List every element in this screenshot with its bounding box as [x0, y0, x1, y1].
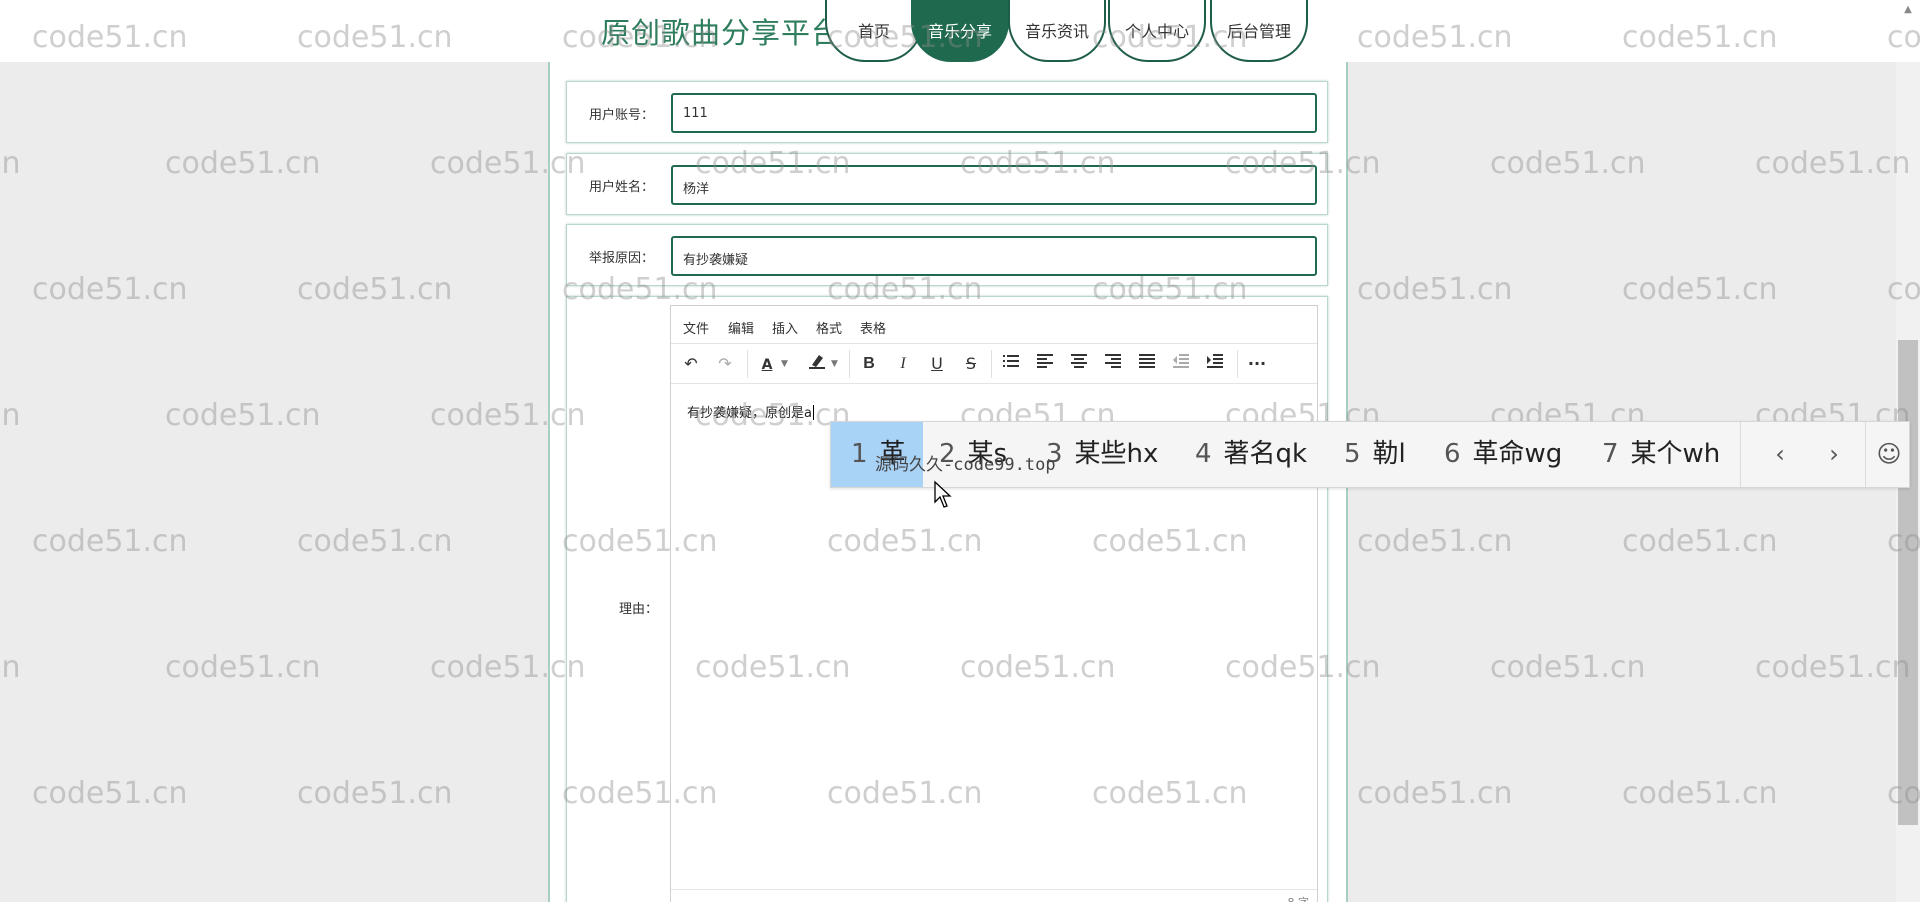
- watermark-text: code51.cn: [32, 524, 188, 559]
- top-navigation-bar: 原创歌曲分享平台 首页 音乐分享 音乐资讯 个人中心 后台管理: [0, 0, 1920, 62]
- watermark-text: code51.cn: [297, 776, 453, 811]
- watermark-text: code51.cn: [165, 398, 321, 433]
- watermark-text: code51.cn: [1490, 146, 1646, 181]
- ime-emoji-icon[interactable]: ☺: [1869, 422, 1909, 487]
- watermark-text: code51.cn: [1357, 272, 1513, 307]
- reason-label: 举报原因：: [589, 251, 655, 266]
- watermark-text: code51.cn: [1755, 146, 1911, 181]
- text-color-icon[interactable]: A: [755, 352, 779, 376]
- ime-candidate-4[interactable]: 4 著名qk: [1195, 422, 1307, 487]
- ime-candidate-6[interactable]: 6 革命wg: [1444, 422, 1562, 487]
- ime-candidate-5[interactable]: 5 勒l: [1344, 422, 1406, 487]
- ime-candidate-7[interactable]: 7 某个wh: [1602, 422, 1720, 487]
- form-row-account: 用户账号： 111: [566, 81, 1328, 143]
- mouse-pointer-icon: [934, 480, 952, 508]
- align-center-icon[interactable]: [1067, 352, 1091, 376]
- nav-tab-personal-center[interactable]: 个人中心: [1108, 0, 1206, 62]
- scroll-up-icon[interactable]: ▲: [1896, 0, 1920, 20]
- watermark-text: code51.cn: [1357, 524, 1513, 559]
- name-input[interactable]: 杨洋: [671, 165, 1317, 205]
- rich-text-editor[interactable]: 文件 编辑 插入 格式 表格 ↶ ↷ A ▼ ▼ B I U S ··· 有抄袭…: [670, 305, 1318, 902]
- watermark-text: code51.cn: [1490, 650, 1646, 685]
- watermark-text: code51.cn: [297, 272, 453, 307]
- watermark-text: code51.cn: [1622, 524, 1778, 559]
- underline-icon[interactable]: U: [925, 352, 949, 376]
- menu-table[interactable]: 表格: [860, 318, 886, 337]
- align-justify-icon[interactable]: [1135, 352, 1159, 376]
- watermark-text: code51.cn: [1755, 650, 1911, 685]
- align-left-icon[interactable]: [1033, 352, 1057, 376]
- redo-icon[interactable]: ↷: [713, 352, 737, 376]
- menu-format[interactable]: 格式: [816, 318, 842, 337]
- scrollbar-thumb[interactable]: [1898, 340, 1918, 825]
- italic-icon[interactable]: I: [891, 352, 915, 376]
- text-caret: [812, 405, 814, 420]
- watermark-text: code51.cn: [297, 524, 453, 559]
- watermark-text: code51.cn: [0, 398, 21, 433]
- menu-insert[interactable]: 插入: [772, 318, 798, 337]
- highlight-color-icon[interactable]: [805, 352, 829, 376]
- watermark-text: code51.cn: [32, 776, 188, 811]
- nav-tab-home[interactable]: 首页: [825, 0, 923, 62]
- editor-text: 有抄袭嫌疑，原创是a: [687, 406, 812, 421]
- watermark-text: code51.cn: [32, 272, 188, 307]
- watermark-text: code51.cn: [165, 650, 321, 685]
- watermark-text: code51.cn: [1622, 776, 1778, 811]
- reason-input[interactable]: 有抄袭嫌疑: [671, 236, 1317, 276]
- strikethrough-icon[interactable]: S: [959, 352, 983, 376]
- editor-toolbar: ↶ ↷ A ▼ ▼ B I U S ···: [671, 344, 1317, 384]
- align-right-icon[interactable]: [1101, 352, 1125, 376]
- ime-next-page-icon[interactable]: ›: [1814, 422, 1854, 487]
- watermark-text: code51.cn: [1622, 272, 1778, 307]
- indent-icon[interactable]: [1203, 352, 1227, 376]
- word-count: 8 字: [1288, 894, 1310, 902]
- form-row-name: 用户姓名： 杨洋: [566, 153, 1328, 215]
- site-title[interactable]: 原创歌曲分享平台: [601, 10, 841, 52]
- editor-content[interactable]: 有抄袭嫌疑，原创是a: [687, 402, 814, 421]
- toolbar-divider: [747, 350, 748, 378]
- menu-edit[interactable]: 编辑: [728, 318, 754, 337]
- account-label: 用户账号：: [589, 108, 655, 123]
- account-input[interactable]: 111: [671, 93, 1317, 133]
- numbered-list-icon[interactable]: [999, 352, 1023, 376]
- watermark-text: code51.cn: [0, 650, 21, 685]
- outdent-icon[interactable]: [1169, 352, 1193, 376]
- editor-menubar: 文件 编辑 插入 格式 表格: [671, 306, 1317, 344]
- watermark-text: code51.cn: [165, 146, 321, 181]
- chevron-down-icon[interactable]: ▼: [831, 352, 841, 376]
- editor-statusbar: 8 字: [671, 889, 1317, 902]
- watermark-text: code51.cn: [0, 146, 21, 181]
- bold-icon[interactable]: B: [857, 352, 881, 376]
- watermark-text: code51.cn: [1357, 776, 1513, 811]
- more-icon[interactable]: ···: [1245, 352, 1269, 376]
- name-label: 用户姓名：: [589, 180, 655, 195]
- form-row-reason: 举报原因： 有抄袭嫌疑: [566, 224, 1328, 286]
- detail-label: 理由：: [619, 602, 659, 617]
- nav-tab-admin[interactable]: 后台管理: [1210, 0, 1308, 62]
- toolbar-divider: [849, 350, 850, 378]
- ime-prev-page-icon[interactable]: ‹: [1760, 422, 1800, 487]
- chevron-down-icon[interactable]: ▼: [781, 352, 791, 376]
- ime-candidate-3[interactable]: 3 某些hx: [1046, 422, 1158, 487]
- overlay-watermark-text: 源码久久-code99.top: [875, 455, 1056, 475]
- undo-icon[interactable]: ↶: [679, 352, 703, 376]
- nav-tab-music-news[interactable]: 音乐资讯: [1008, 0, 1106, 62]
- menu-file[interactable]: 文件: [683, 318, 709, 337]
- toolbar-divider: [1237, 350, 1238, 378]
- nav-tab-music-share[interactable]: 音乐分享: [911, 0, 1009, 62]
- ime-divider: [1865, 422, 1866, 487]
- ime-divider: [1740, 422, 1741, 487]
- toolbar-divider: [991, 350, 992, 378]
